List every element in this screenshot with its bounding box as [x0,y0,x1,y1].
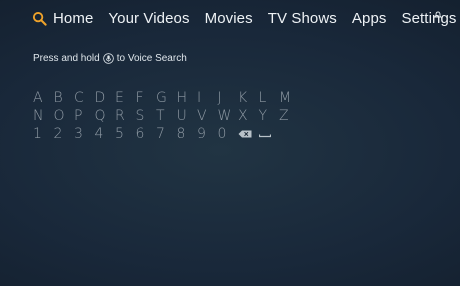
nav-item-apps[interactable]: Apps [352,10,387,27]
key-x[interactable]: X [238,107,259,125]
key-k[interactable]: K [238,89,259,107]
microphone-icon [102,53,114,64]
key-2[interactable]: 2 [54,125,75,143]
key-3[interactable]: 3 [74,125,95,143]
hint-suffix: to Voice Search [116,53,187,64]
search-icon[interactable] [31,10,47,26]
key-0[interactable]: 0 [218,125,239,143]
key-4[interactable]: 4 [95,125,116,143]
space-icon[interactable] [258,130,280,138]
key-s[interactable]: S [136,107,157,125]
key-f[interactable]: F [136,89,157,107]
key-d[interactable]: D [95,89,116,107]
key-y[interactable]: Y [259,107,280,125]
nav-item-settings[interactable]: Settings [401,10,456,27]
key-q[interactable]: Q [95,107,116,125]
key-i[interactable]: I [197,89,218,107]
keyboard-row-letters-1: A B C D E F G H I J K L M [33,89,300,107]
key-v[interactable]: V [197,107,218,125]
key-m[interactable]: M [279,89,300,107]
keyboard-row-letters-2: N O P Q R S T U V W X Y Z [33,107,300,125]
key-1[interactable]: 1 [33,125,54,143]
hint-prefix: Press and hold [33,53,100,64]
key-j[interactable]: J [218,89,239,107]
key-e[interactable]: E [115,89,136,107]
key-g[interactable]: G [156,89,177,107]
key-c[interactable]: C [74,89,95,107]
key-5[interactable]: 5 [115,125,136,143]
key-8[interactable]: 8 [177,125,198,143]
nav-item-home[interactable]: Home [53,10,93,27]
key-r[interactable]: R [115,107,136,125]
voice-search-hint: Press and hold to Voice Search [33,53,187,64]
key-w[interactable]: W [218,107,239,125]
onscreen-keyboard: A B C D E F G H I J K L M N O P Q R S T … [33,89,300,143]
nav-item-tv-shows[interactable]: TV Shows [268,10,337,27]
key-p[interactable]: P [74,107,95,125]
key-t[interactable]: T [156,107,177,125]
key-u[interactable]: U [177,107,198,125]
notification-icon [434,6,442,18]
key-n[interactable]: N [33,107,54,125]
nav-item-movies[interactable]: Movies [205,10,253,27]
top-nav: Home Your Videos Movies TV Shows Apps Se… [31,6,456,30]
key-6[interactable]: 6 [136,125,157,143]
key-7[interactable]: 7 [156,125,177,143]
key-h[interactable]: H [177,89,198,107]
backspace-icon[interactable] [238,130,259,138]
keyboard-row-digits: 1 2 3 4 5 6 7 8 9 0 [33,125,300,143]
key-a[interactable]: A [33,89,54,107]
key-b[interactable]: B [54,89,75,107]
key-9[interactable]: 9 [197,125,218,143]
nav-item-your-videos[interactable]: Your Videos [108,10,189,27]
key-z[interactable]: Z [279,107,300,125]
key-o[interactable]: O [54,107,75,125]
key-l[interactable]: L [259,89,280,107]
